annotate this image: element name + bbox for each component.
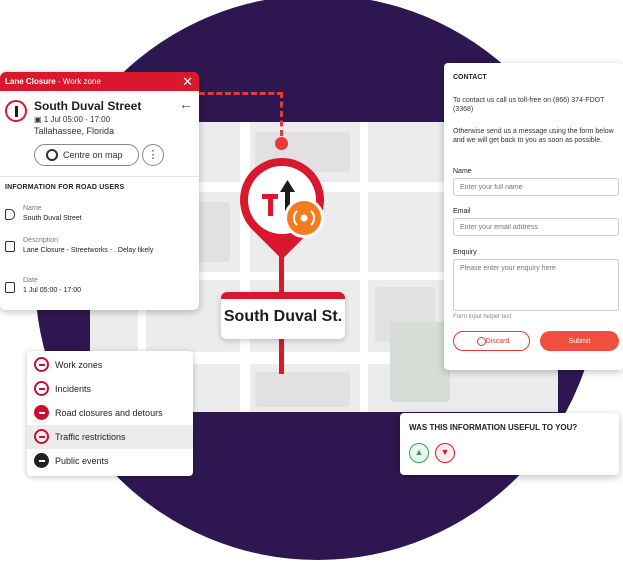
broadcast-icon (284, 198, 324, 238)
work-zone-icon (34, 357, 49, 372)
panel-header: Lane Closure - Work zone ✕ (0, 72, 199, 91)
contact-otherwise: Otherwise send us a message using the fo… (453, 128, 614, 144)
back-arrow-icon[interactable]: ← (179, 96, 193, 112)
field-label-name: Name (23, 205, 42, 212)
legend-item-public-events[interactable]: Public events (27, 449, 193, 473)
traffic-restriction-icon (34, 429, 49, 444)
centre-button-label: Centre on map (63, 150, 123, 160)
close-circle-icon (477, 337, 486, 346)
contact-title: CONTACT (453, 74, 487, 81)
incident-icon (34, 381, 49, 396)
name-label: Name (453, 168, 472, 175)
legend-item-label: Work zones (55, 360, 103, 370)
tag-icon (5, 209, 15, 220)
legend-item-incidents[interactable]: Incidents (27, 377, 193, 401)
street-label: South Duval St. (221, 292, 345, 339)
panel-header-subtype: - Work zone (55, 77, 101, 86)
close-icon[interactable]: ✕ (182, 74, 193, 90)
contact-intro: To contact us call us toll-free on (866)… (453, 97, 605, 113)
feedback-card: WAS THIS INFORMATION USEFUL TO YOU? ▲ ▼ (400, 413, 619, 475)
panel-header-type: Lane Closure (5, 77, 56, 86)
lane-closure-icon (5, 100, 27, 122)
connector-line (199, 92, 283, 95)
map-road (360, 122, 368, 412)
calendar-icon (5, 282, 15, 293)
street-name: South Duval Street (34, 99, 142, 113)
info-title: INFORMATION FOR ROAD USERS (5, 184, 125, 191)
name-field[interactable] (453, 178, 619, 196)
email-label: Email (453, 208, 471, 215)
legend-item-work-zones[interactable]: Work zones (27, 353, 193, 377)
document-icon (5, 241, 15, 252)
marker-dot (275, 137, 288, 150)
submit-button[interactable]: Submit (540, 331, 619, 351)
more-options-button[interactable]: ⋮ (142, 144, 164, 166)
more-options-icon: ⋮ (147, 149, 159, 161)
legend-item-road-closures[interactable]: Road closures and detours (27, 401, 193, 425)
feedback-title: WAS THIS INFORMATION USEFUL TO YOU? (409, 423, 578, 432)
field-label-description: Description (23, 237, 59, 244)
field-value-name: South Duval Street (23, 215, 82, 222)
helper-text: Form input helper text (453, 314, 512, 320)
legend-item-label: Public events (55, 456, 109, 466)
road-closure-icon (34, 405, 49, 420)
map-block (255, 372, 350, 407)
contact-panel: CONTACT To contact us call us toll-free … (444, 63, 623, 370)
thumbs-down-icon[interactable]: ▼ (435, 443, 455, 463)
lane-closure-panel: Lane Closure - Work zone ✕ South Duval S… (0, 72, 199, 310)
discard-button[interactable]: Discard (453, 331, 530, 351)
legend-item-label: Road closures and detours (55, 408, 163, 418)
map-park (390, 322, 450, 402)
street-label-text: South Duval St. (223, 308, 343, 325)
divider (0, 176, 199, 177)
centre-on-map-button[interactable]: Centre on map (34, 144, 139, 166)
street-time-value: 1 Jul 05:00 - 17:00 (43, 115, 111, 124)
map-legend: Work zones Incidents Road closures and d… (27, 351, 193, 476)
legend-item-traffic-restrictions[interactable]: Traffic restrictions (27, 425, 193, 449)
thumbs-up-icon[interactable]: ▲ (409, 443, 429, 463)
discard-label: Discard (485, 337, 510, 345)
public-event-icon (34, 453, 49, 468)
street-time: ▣ 1 Jul 05:00 - 17:00 (34, 115, 110, 124)
target-icon (46, 149, 58, 161)
enquiry-field[interactable] (453, 259, 619, 311)
street-city: Tallahassee, Florida (34, 126, 115, 136)
connector-line (280, 92, 283, 136)
field-value-description: Lane Closure - Streetworks - . Delay lik… (23, 247, 154, 254)
calendar-icon: ▣ (34, 115, 42, 124)
marker-stem (279, 338, 284, 374)
field-value-date: 1 Jul 05:00 - 17:00 (23, 287, 81, 294)
enquiry-label: Enquiry (453, 249, 477, 256)
legend-item-label: Incidents (55, 384, 92, 394)
street-label-bar (221, 292, 345, 299)
field-label-date: Date (23, 277, 38, 284)
email-field[interactable] (453, 218, 619, 236)
legend-item-label: Traffic restrictions (55, 432, 126, 442)
